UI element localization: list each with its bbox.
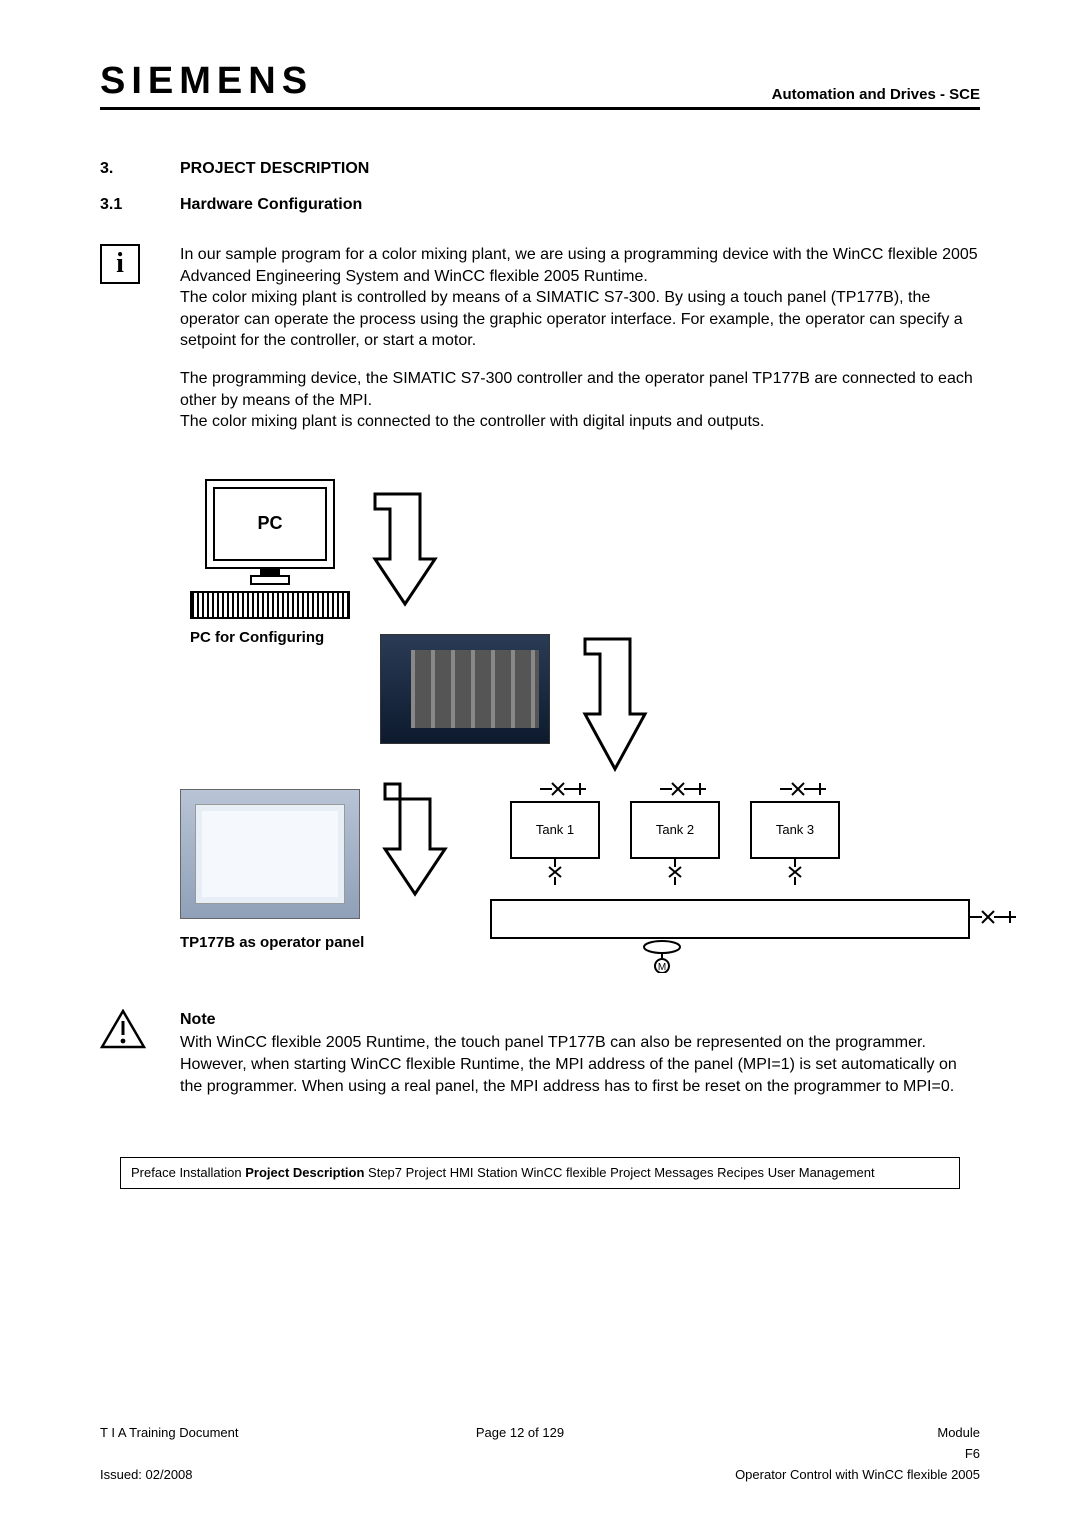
- note-body: With WinCC flexible 2005 Runtime, the to…: [180, 1032, 980, 1097]
- tank-3-label: Tank 3: [776, 822, 814, 837]
- tank-3: Tank 3: [750, 801, 840, 859]
- footer-issued: Issued: 02/2008: [100, 1467, 400, 1482]
- intro-block: i In our sample program for a color mixi…: [100, 244, 980, 449]
- valve-icon: [658, 779, 708, 799]
- breadcrumb-item: Messages: [654, 1165, 713, 1180]
- subsection-number: 3.1: [100, 196, 180, 214]
- subsection-title: Hardware Configuration: [180, 196, 362, 214]
- breadcrumb-item: Installation: [179, 1165, 241, 1180]
- pc-label: PC for Configuring: [190, 629, 350, 646]
- arrow-up-icon: [380, 779, 450, 899]
- page-header: SIEMENS Automation and Drives - SCE: [100, 60, 980, 110]
- section-title: PROJECT DESCRIPTION: [180, 160, 369, 178]
- hardware-diagram: PC PC for Configuring TP177B as operator…: [180, 479, 980, 979]
- breadcrumb-item: WinCC flexible Project: [521, 1165, 650, 1180]
- warning-icon: [100, 1009, 146, 1049]
- valve-icon: [538, 779, 588, 799]
- info-icon: i: [100, 244, 140, 284]
- arrow-down-icon: [370, 489, 440, 609]
- breadcrumb-item: HMI Station: [450, 1165, 518, 1180]
- note-text: Note With WinCC flexible 2005 Runtime, t…: [180, 1009, 980, 1097]
- tank-1-label: Tank 1: [536, 822, 574, 837]
- page-footer: T I A Training Document Page 12 of 129 M…: [100, 1425, 980, 1488]
- valve-icon: [547, 859, 563, 885]
- touch-panel-label: TP177B as operator panel: [180, 934, 364, 951]
- header-subtitle: Automation and Drives - SCE: [772, 86, 980, 103]
- intro-p3: The programming device, the SIMATIC S7-3…: [180, 370, 973, 409]
- breadcrumb-item: Project Description: [245, 1165, 364, 1180]
- tank-2-label: Tank 2: [656, 822, 694, 837]
- intro-p1: In our sample program for a color mixing…: [180, 246, 978, 285]
- footer-page-number: Page 12 of 129: [400, 1425, 640, 1440]
- tank-1: Tank 1: [510, 801, 600, 859]
- section-headings: 3. PROJECT DESCRIPTION 3.1 Hardware Conf…: [100, 160, 980, 214]
- section-number: 3.: [100, 160, 180, 178]
- breadcrumb-item: Recipes: [717, 1165, 764, 1180]
- valve-icon: [787, 859, 803, 885]
- footer-module: Module: [640, 1425, 980, 1440]
- valve-icon: [970, 907, 1018, 927]
- pc-graphic: PC PC for Configuring: [190, 479, 350, 646]
- pc-screen-label: PC: [213, 487, 327, 561]
- breadcrumb-item: User Management: [768, 1165, 875, 1180]
- footer-course: Operator Control with WinCC flexible 200…: [640, 1467, 980, 1482]
- arrow-down-icon: [580, 634, 650, 774]
- touch-panel-graphic: [180, 789, 360, 919]
- note-heading: Note: [180, 1009, 980, 1031]
- note-block: Note With WinCC flexible 2005 Runtime, t…: [100, 1009, 980, 1097]
- breadcrumb-item: Step7 Project: [368, 1165, 446, 1180]
- mixing-tank: M: [490, 899, 970, 939]
- footer-module-code: F6: [640, 1446, 980, 1461]
- tanks-diagram: Tank 1 Tank 2 Tank 3 M: [500, 789, 960, 969]
- intro-p2: The color mixing plant is controlled by …: [180, 289, 963, 349]
- footer-doc-title: T I A Training Document: [100, 1425, 400, 1440]
- intro-text: In our sample program for a color mixing…: [180, 244, 980, 449]
- tank-2: Tank 2: [630, 801, 720, 859]
- valve-icon: [667, 859, 683, 885]
- valve-icon: [778, 779, 828, 799]
- breadcrumb-item: Preface: [131, 1165, 176, 1180]
- intro-p4: The color mixing plant is connected to t…: [180, 413, 764, 430]
- motor-icon: M: [642, 939, 682, 973]
- breadcrumb: Preface Installation Project Description…: [120, 1157, 960, 1189]
- plc-graphic: [380, 634, 550, 744]
- siemens-logo: SIEMENS: [100, 60, 313, 103]
- motor-label: M: [658, 962, 666, 973]
